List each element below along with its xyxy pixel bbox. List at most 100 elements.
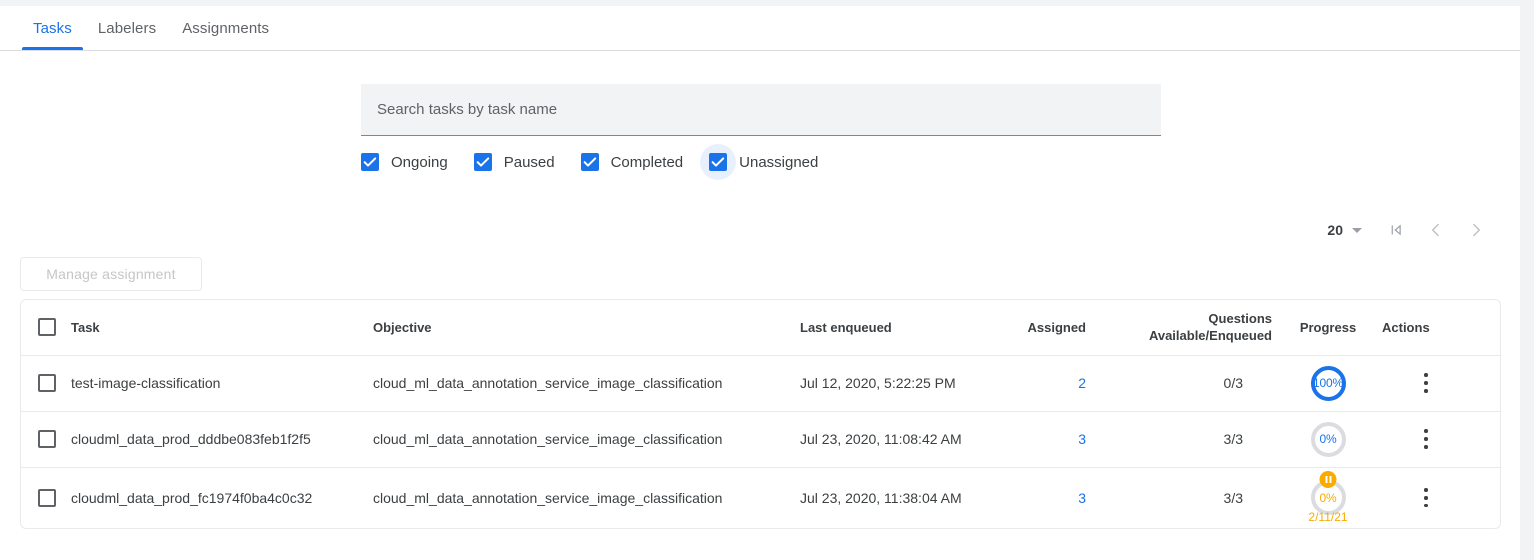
column-header-questions-line1: Questions — [1134, 310, 1272, 327]
filter-ongoing-checkbox[interactable] — [361, 153, 379, 171]
cell-actions — [1382, 467, 1501, 528]
progress-indicator[interactable]: 100% — [1308, 361, 1348, 405]
filter-paused[interactable]: Paused — [474, 153, 555, 171]
tasks-table: Task Objective Last enqueued Assigned Qu… — [21, 300, 1501, 528]
cell-objective: cloud_ml_data_annotation_service_image_c… — [373, 467, 800, 528]
page-size-value: 20 — [1327, 222, 1343, 238]
row-select-cell — [21, 411, 71, 467]
row-actions-menu-button[interactable] — [1410, 478, 1442, 518]
check-icon — [583, 155, 597, 169]
cell-last-enqueued: Jul 12, 2020, 5:22:25 PM — [800, 355, 1026, 411]
cell-actions — [1382, 355, 1501, 411]
assigned-count-link[interactable]: 2 — [1026, 375, 1134, 391]
questions-value: 0/3 — [1134, 375, 1274, 391]
dot — [1424, 488, 1428, 492]
column-header-progress[interactable]: Progress — [1274, 300, 1382, 355]
select-all-checkbox[interactable] — [38, 318, 56, 336]
dot — [1424, 504, 1428, 508]
filter-ongoing[interactable]: Ongoing — [361, 153, 448, 171]
dot — [1424, 429, 1428, 433]
row-actions-menu-button[interactable] — [1410, 419, 1442, 459]
cell-task: test-image-classification — [71, 355, 373, 411]
dot — [1424, 389, 1428, 393]
row-actions-menu-button[interactable] — [1410, 363, 1442, 403]
dot — [1424, 445, 1428, 449]
search-input[interactable] — [361, 84, 1161, 136]
row-select-checkbox[interactable] — [38, 489, 56, 507]
cell-objective: cloud_ml_data_annotation_service_image_c… — [373, 355, 800, 411]
pagination-controls: 20 — [1327, 210, 1496, 250]
filter-completed[interactable]: Completed — [581, 153, 684, 171]
check-icon — [711, 155, 725, 169]
cell-questions: 3/3 — [1134, 467, 1274, 528]
status-filter-group: Ongoing Paused Completed Unassigned — [361, 145, 818, 179]
tab-labelers[interactable]: Labelers — [85, 20, 169, 50]
progress-indicator[interactable]: 0% — [1308, 417, 1348, 461]
assigned-count-link[interactable]: 3 — [1026, 490, 1134, 506]
assigned-count-link[interactable]: 3 — [1026, 431, 1134, 447]
column-header-assigned-label: Assigned — [1026, 320, 1134, 335]
cell-questions: 3/3 — [1134, 411, 1274, 467]
progress-ring: 0% — [1310, 421, 1347, 458]
cell-assigned: 2 — [1026, 355, 1134, 411]
row-select-cell — [21, 355, 71, 411]
tab-bar: TasksLabelersAssignments — [0, 6, 1520, 51]
first-page-button[interactable] — [1376, 210, 1416, 250]
pause-icon — [1320, 471, 1337, 488]
filter-ongoing-label: Ongoing — [391, 154, 448, 171]
dot — [1424, 381, 1428, 385]
column-header-task[interactable]: Task — [71, 300, 373, 355]
filter-paused-checkbox[interactable] — [474, 153, 492, 171]
chevron-down-icon — [1352, 228, 1362, 233]
filter-unassigned-checkbox[interactable] — [709, 153, 727, 171]
tab-list: TasksLabelersAssignments — [0, 6, 1520, 50]
filter-unassigned[interactable]: Unassigned — [709, 153, 818, 171]
questions-value: 3/3 — [1134, 431, 1274, 447]
cell-last-enqueued: Jul 23, 2020, 11:38:04 AM — [800, 467, 1026, 528]
row-select-checkbox[interactable] — [38, 430, 56, 448]
filter-completed-checkbox[interactable] — [581, 153, 599, 171]
tasks-table-card: Task Objective Last enqueued Assigned Qu… — [20, 299, 1501, 529]
column-header-actions: Actions — [1382, 300, 1501, 355]
filter-paused-label: Paused — [504, 154, 555, 171]
cell-assigned: 3 — [1026, 411, 1134, 467]
tasks-table-head: Task Objective Last enqueued Assigned Qu… — [21, 300, 1501, 355]
previous-page-button[interactable] — [1416, 210, 1456, 250]
column-header-questions-line2: Available/Enqueued — [1134, 327, 1272, 344]
cell-actions — [1382, 411, 1501, 467]
table-row[interactable]: test-image-classificationcloud_ml_data_a… — [21, 355, 1501, 411]
cell-last-enqueued: Jul 23, 2020, 11:08:42 AM — [800, 411, 1026, 467]
column-header-assigned[interactable]: Assigned — [1026, 300, 1134, 355]
progress-value-label: 0% — [1310, 421, 1347, 458]
table-header-row: Task Objective Last enqueued Assigned Qu… — [21, 300, 1501, 355]
table-row[interactable]: cloudml_data_prod_fc1974f0ba4c0c32cloud_… — [21, 467, 1501, 528]
manage-assignment-button[interactable]: Manage assignment — [20, 257, 202, 291]
table-row[interactable]: cloudml_data_prod_dddbe083feb1f2f5cloud_… — [21, 411, 1501, 467]
tab-tasks[interactable]: Tasks — [20, 20, 85, 50]
tasks-page: TasksLabelersAssignments Ongoing Paused Co… — [0, 0, 1534, 560]
select-all-header — [21, 300, 71, 355]
tasks-table-body: test-image-classificationcloud_ml_data_a… — [21, 355, 1501, 528]
search-container — [361, 84, 1161, 136]
progress-value-label: 100% — [1310, 365, 1347, 402]
cell-task: cloudml_data_prod_fc1974f0ba4c0c32 — [71, 467, 373, 528]
column-header-objective[interactable]: Objective — [373, 300, 800, 355]
questions-value: 3/3 — [1134, 490, 1274, 506]
cell-progress: 0% — [1274, 411, 1382, 467]
check-icon — [476, 155, 490, 169]
filter-completed-label: Completed — [611, 154, 684, 171]
next-page-button[interactable] — [1456, 210, 1496, 250]
cell-task: cloudml_data_prod_dddbe083feb1f2f5 — [71, 411, 373, 467]
dot — [1424, 496, 1428, 500]
column-header-questions[interactable]: Questions Available/Enqueued — [1134, 300, 1274, 355]
cell-questions: 0/3 — [1134, 355, 1274, 411]
tab-assignments[interactable]: Assignments — [169, 20, 282, 50]
row-select-checkbox[interactable] — [38, 374, 56, 392]
cell-assigned: 3 — [1026, 467, 1134, 528]
page-size-select[interactable]: 20 — [1327, 222, 1362, 238]
chevron-left-icon — [1426, 220, 1446, 240]
progress-indicator[interactable]: 0%2/11/21 — [1308, 476, 1348, 520]
cell-progress: 100% — [1274, 355, 1382, 411]
column-header-last-enqueued[interactable]: Last enqueued — [800, 300, 1026, 355]
dot — [1424, 437, 1428, 441]
